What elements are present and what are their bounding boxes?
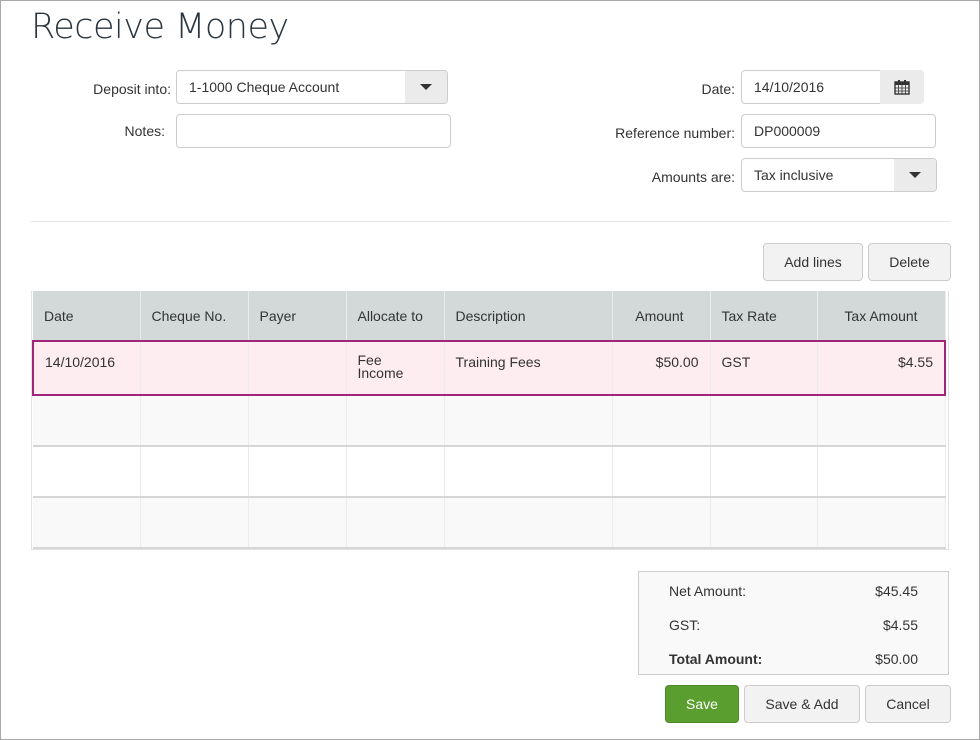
empty-cell[interactable]	[612, 446, 711, 498]
empty-cell[interactable]	[817, 446, 946, 498]
cell-tax-amount[interactable]: $4.55	[817, 340, 946, 396]
total-amount-row: Total Amount: $50.00	[669, 651, 918, 667]
column-header-tax-amount: Tax Amount	[817, 291, 946, 341]
date-label: Date:	[701, 81, 735, 97]
gst-label: GST:	[669, 617, 701, 633]
deposit-into-value: 1-1000 Cheque Account	[189, 79, 340, 95]
calendar-icon	[894, 80, 910, 95]
amounts-are-select[interactable]: Tax inclusive	[741, 158, 937, 192]
table-row[interactable]: 14/10/2016 Fee Income Training Fees $50.…	[32, 340, 946, 396]
save-and-add-button[interactable]: Save & Add	[744, 685, 860, 723]
date-input[interactable]: 14/10/2016	[741, 70, 881, 104]
gst-value: $4.55	[882, 617, 918, 633]
column-header-amount: Amount	[612, 291, 711, 341]
totals-panel: Net Amount: $45.45 GST: $4.55 Total Amou…	[638, 571, 949, 675]
empty-cell[interactable]	[444, 395, 613, 447]
table-header-row: Date Cheque No. Payer Allocate to Descri…	[33, 291, 946, 341]
section-divider	[31, 221, 951, 222]
cancel-button[interactable]: Cancel	[865, 685, 951, 723]
net-amount-value: $45.45	[875, 583, 918, 599]
cell-payer[interactable]	[248, 340, 347, 396]
table-row-empty[interactable]	[33, 395, 946, 447]
save-button[interactable]: Save	[665, 685, 739, 723]
cell-cheque-no[interactable]	[140, 340, 249, 396]
cell-date[interactable]: 14/10/2016	[32, 340, 141, 396]
empty-cell[interactable]	[33, 446, 141, 498]
amounts-are-value: Tax inclusive	[754, 167, 834, 183]
empty-cell[interactable]	[248, 395, 347, 447]
column-header-payer: Payer	[248, 291, 347, 341]
cell-allocate-to[interactable]: Fee Income	[346, 340, 445, 396]
column-header-tax-rate: Tax Rate	[710, 291, 818, 341]
empty-cell[interactable]	[817, 497, 946, 549]
cell-description[interactable]: Training Fees	[444, 340, 613, 396]
notes-label: Notes:	[124, 123, 165, 139]
amounts-are-label: Amounts are:	[651, 169, 735, 185]
calendar-button[interactable]	[880, 70, 924, 104]
add-lines-button[interactable]: Add lines	[763, 243, 863, 281]
notes-input[interactable]	[176, 114, 451, 148]
cell-amount[interactable]: $50.00	[612, 340, 711, 396]
table-row-empty[interactable]	[33, 497, 946, 549]
empty-cell[interactable]	[346, 395, 445, 447]
empty-cell[interactable]	[710, 497, 818, 549]
delete-button[interactable]: Delete	[868, 243, 951, 281]
empty-cell[interactable]	[140, 446, 249, 498]
empty-cell[interactable]	[346, 446, 445, 498]
deposit-into-label: Deposit into:	[93, 81, 171, 97]
empty-cell[interactable]	[710, 395, 818, 447]
cell-tax-rate[interactable]: GST	[710, 340, 818, 396]
empty-cell[interactable]	[346, 497, 445, 549]
empty-cell[interactable]	[612, 497, 711, 549]
reference-number-input[interactable]: DP000009	[741, 114, 936, 148]
empty-cell[interactable]	[612, 395, 711, 447]
column-header-description: Description	[444, 291, 613, 341]
gst-row: GST: $4.55	[669, 617, 918, 633]
chevron-down-icon[interactable]	[894, 159, 936, 191]
column-header-cheque-no: Cheque No.	[140, 291, 249, 341]
empty-cell[interactable]	[444, 446, 613, 498]
table-row-empty[interactable]	[33, 446, 946, 498]
allocate-to-value: Fee Income	[357, 352, 404, 381]
deposit-into-select[interactable]: 1-1000 Cheque Account	[176, 70, 448, 104]
empty-cell[interactable]	[248, 497, 347, 549]
column-header-date: Date	[33, 291, 141, 341]
empty-cell[interactable]	[33, 497, 141, 549]
empty-cell[interactable]	[140, 497, 249, 549]
net-amount-row: Net Amount: $45.45	[669, 583, 918, 599]
total-amount-value: $50.00	[875, 651, 918, 667]
net-amount-label: Net Amount:	[669, 583, 747, 599]
chevron-down-icon[interactable]	[405, 71, 447, 103]
empty-cell[interactable]	[248, 446, 347, 498]
total-amount-label: Total Amount:	[669, 651, 763, 667]
empty-cell[interactable]	[33, 395, 141, 447]
column-header-allocate-to: Allocate to	[346, 291, 445, 341]
empty-cell[interactable]	[710, 446, 818, 498]
empty-cell[interactable]	[444, 497, 613, 549]
empty-cell[interactable]	[817, 395, 946, 447]
reference-number-label: Reference number:	[615, 125, 735, 141]
empty-cell[interactable]	[140, 395, 249, 447]
page-title: Receive Money	[31, 7, 289, 47]
transactions-table: Date Cheque No. Payer Allocate to Descri…	[32, 291, 946, 549]
